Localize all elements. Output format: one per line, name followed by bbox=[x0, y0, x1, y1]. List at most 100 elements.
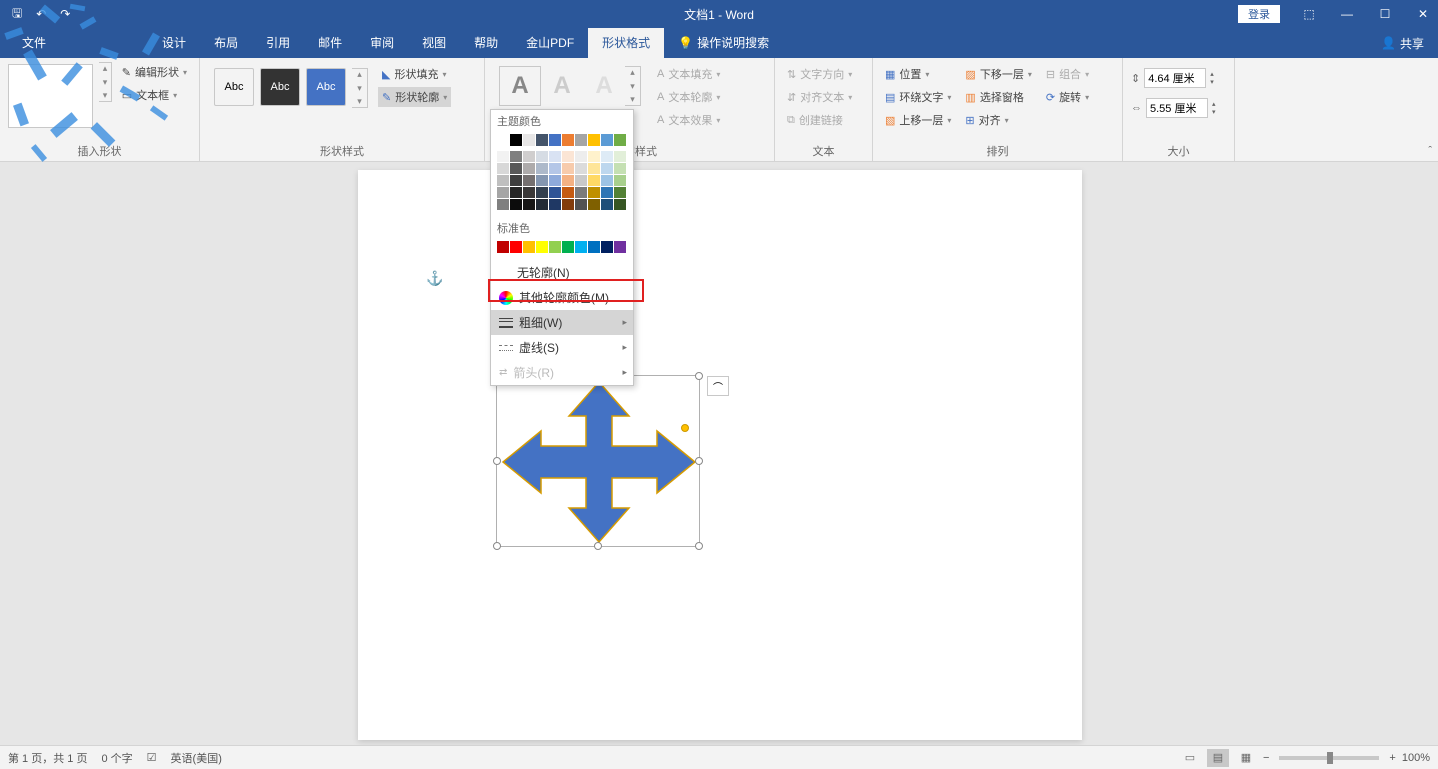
color-swatch[interactable] bbox=[523, 134, 535, 146]
handle-ne[interactable] bbox=[695, 372, 703, 380]
color-swatch[interactable] bbox=[523, 241, 535, 253]
color-swatch[interactable] bbox=[575, 134, 587, 146]
tab-tell-me[interactable]: 💡 操作说明搜索 bbox=[664, 28, 783, 58]
color-swatch[interactable] bbox=[536, 199, 548, 210]
layout-options-button[interactable]: ⌒ bbox=[707, 376, 729, 396]
color-swatch[interactable] bbox=[536, 241, 548, 253]
bring-forward-button[interactable]: ▧上移一层▾ bbox=[881, 110, 955, 130]
color-swatch[interactable] bbox=[601, 187, 613, 198]
color-swatch[interactable] bbox=[536, 151, 548, 162]
color-swatch[interactable] bbox=[536, 175, 548, 186]
color-swatch[interactable] bbox=[562, 175, 574, 186]
zoom-in-icon[interactable]: + bbox=[1389, 752, 1395, 764]
align-button[interactable]: ⊞对齐▾ bbox=[961, 110, 1035, 130]
text-fill-button[interactable]: A文本填充▾ bbox=[653, 64, 724, 84]
zoom-value[interactable]: 100% bbox=[1402, 752, 1430, 764]
color-swatch[interactable] bbox=[510, 199, 522, 210]
text-direction-button[interactable]: ⇅文字方向▾ bbox=[783, 64, 856, 84]
shapes-gallery-expand[interactable]: ▴▾▾ bbox=[99, 62, 112, 102]
shape-outline-button[interactable]: ✎形状轮廓▾ bbox=[378, 87, 451, 107]
arrows-item[interactable]: ⇄ 箭头(R) ▸ bbox=[491, 360, 633, 385]
color-swatch[interactable] bbox=[562, 241, 574, 253]
weight-item[interactable]: 粗细(W) ▸ bbox=[491, 310, 633, 335]
color-swatch[interactable] bbox=[510, 134, 522, 146]
tab-mailings[interactable]: 邮件 bbox=[304, 28, 356, 58]
color-swatch[interactable] bbox=[497, 187, 509, 198]
color-swatch[interactable] bbox=[510, 175, 522, 186]
color-swatch[interactable] bbox=[588, 187, 600, 198]
group-button[interactable]: ⊟组合▾ bbox=[1042, 64, 1093, 84]
color-swatch[interactable] bbox=[523, 151, 535, 162]
login-button[interactable]: 登录 bbox=[1238, 5, 1280, 23]
no-outline-item[interactable]: 无轮廓(N) bbox=[491, 260, 633, 285]
color-swatch[interactable] bbox=[588, 163, 600, 174]
spell-check-icon[interactable]: ☑ bbox=[147, 751, 157, 764]
color-swatch[interactable] bbox=[601, 134, 613, 146]
document-canvas[interactable]: ⚓ ⌒ bbox=[0, 162, 1438, 745]
color-swatch[interactable] bbox=[575, 151, 587, 162]
handle-sw[interactable] bbox=[493, 542, 501, 550]
width-input[interactable] bbox=[1146, 98, 1208, 118]
undo-icon[interactable]: ↶ bbox=[36, 7, 46, 21]
color-swatch[interactable] bbox=[601, 163, 613, 174]
close-icon[interactable]: ✕ bbox=[1408, 7, 1438, 21]
handle-se[interactable] bbox=[695, 542, 703, 550]
zoom-slider[interactable] bbox=[1279, 756, 1379, 760]
wordart-style-3[interactable]: A bbox=[583, 66, 625, 106]
wordart-expand[interactable]: ▴▾▾ bbox=[625, 66, 641, 106]
send-backward-button[interactable]: ▨下移一层▾ bbox=[961, 64, 1035, 84]
color-swatch[interactable] bbox=[562, 163, 574, 174]
color-swatch[interactable] bbox=[523, 175, 535, 186]
color-swatch[interactable] bbox=[497, 241, 509, 253]
color-swatch[interactable] bbox=[562, 134, 574, 146]
color-swatch[interactable] bbox=[575, 241, 587, 253]
color-swatch[interactable] bbox=[575, 187, 587, 198]
zoom-out-icon[interactable]: − bbox=[1263, 752, 1269, 764]
shape-style-1[interactable]: Abc bbox=[214, 68, 254, 106]
quad-arrow-shape[interactable] bbox=[503, 382, 695, 542]
position-button[interactable]: ▦位置▾ bbox=[881, 64, 955, 84]
text-box-button[interactable]: ▭文本框▾ bbox=[118, 85, 191, 105]
tab-shape-format[interactable]: 形状格式 bbox=[588, 28, 664, 58]
color-swatch[interactable] bbox=[549, 199, 561, 210]
color-swatch[interactable] bbox=[536, 163, 548, 174]
tab-file[interactable]: 文件 bbox=[8, 28, 60, 58]
color-swatch[interactable] bbox=[510, 241, 522, 253]
create-link-button[interactable]: ⧉创建链接 bbox=[783, 110, 856, 130]
color-swatch[interactable] bbox=[588, 134, 600, 146]
color-swatch[interactable] bbox=[575, 175, 587, 186]
share-button[interactable]: 👤 共享 bbox=[1367, 35, 1438, 52]
color-swatch[interactable] bbox=[523, 199, 535, 210]
color-swatch[interactable] bbox=[549, 241, 561, 253]
more-colors-item[interactable]: 其他轮廓颜色(M)... bbox=[491, 285, 633, 310]
language[interactable]: 英语(美国) bbox=[171, 750, 222, 766]
color-swatch[interactable] bbox=[575, 199, 587, 210]
tab-layout[interactable]: 布局 bbox=[200, 28, 252, 58]
color-swatch[interactable] bbox=[523, 163, 535, 174]
color-swatch[interactable] bbox=[549, 175, 561, 186]
dashes-item[interactable]: 虚线(S) ▸ bbox=[491, 335, 633, 360]
wordart-style-2[interactable]: A bbox=[541, 66, 583, 106]
maximize-icon[interactable]: ☐ bbox=[1370, 7, 1400, 21]
color-swatch[interactable] bbox=[601, 175, 613, 186]
ribbon-display-icon[interactable]: ⬚ bbox=[1294, 7, 1324, 21]
minimize-icon[interactable]: — bbox=[1332, 7, 1362, 21]
width-up[interactable]: ▴ bbox=[1212, 100, 1216, 108]
wrap-text-button[interactable]: ▤环绕文字▾ bbox=[881, 87, 955, 107]
color-swatch[interactable] bbox=[614, 151, 626, 162]
shape-fill-button[interactable]: ◣形状填充▾ bbox=[378, 64, 451, 84]
color-swatch[interactable] bbox=[562, 151, 574, 162]
tab-help[interactable]: 帮助 bbox=[460, 28, 512, 58]
color-swatch[interactable] bbox=[549, 187, 561, 198]
tab-view[interactable]: 视图 bbox=[408, 28, 460, 58]
text-effects-button[interactable]: A文本效果▾ bbox=[653, 110, 724, 130]
text-outline-button[interactable]: A文本轮廓▾ bbox=[653, 87, 724, 107]
collapse-ribbon-icon[interactable]: ˆ bbox=[1428, 145, 1432, 157]
color-swatch[interactable] bbox=[562, 187, 574, 198]
color-swatch[interactable] bbox=[588, 241, 600, 253]
edit-shape-button[interactable]: ✎编辑形状▾ bbox=[118, 62, 191, 82]
align-text-button[interactable]: ⇵对齐文本▾ bbox=[783, 87, 856, 107]
shape-style-2[interactable]: Abc bbox=[260, 68, 300, 106]
wordart-style-1[interactable]: A bbox=[499, 66, 541, 106]
tab-references[interactable]: 引用 bbox=[252, 28, 304, 58]
